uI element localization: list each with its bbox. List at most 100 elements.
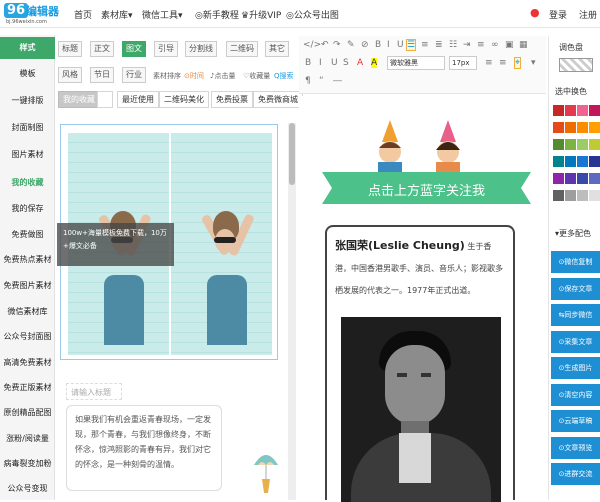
italic-icon[interactable]: Ⅰ xyxy=(387,40,390,50)
nav-upgrade-vip[interactable]: ♛升级VIP xyxy=(241,8,281,21)
paragraph-icon[interactable]: ¶ xyxy=(305,76,311,86)
nav-wechat-tools[interactable]: 微信工具▾ xyxy=(142,8,183,21)
align-center-icon[interactable]: ≡ xyxy=(421,40,429,50)
sidebar-item-free-design[interactable]: 免费做图 xyxy=(0,224,55,246)
color-swatch[interactable] xyxy=(577,156,588,167)
action-button[interactable]: ⊙采集文章 xyxy=(551,330,600,353)
align-right-icon[interactable]: ≣ xyxy=(435,40,443,50)
color-swatch[interactable] xyxy=(589,173,600,184)
action-button[interactable]: ⊙进群交流 xyxy=(551,463,600,485)
tab-free-shop[interactable]: 免费微商城 xyxy=(253,91,303,108)
color-swatch[interactable] xyxy=(565,139,576,150)
color-swatch[interactable] xyxy=(553,156,564,167)
color-swatch[interactable] xyxy=(565,105,576,116)
color-swatch[interactable] xyxy=(553,105,564,116)
sidebar-item-style[interactable]: 样式 xyxy=(0,37,55,59)
sidebar-item-favorites[interactable]: 我的收藏 xyxy=(0,172,55,194)
color-swatch[interactable] xyxy=(553,122,564,133)
tab-free-vote[interactable]: 免费投票 xyxy=(211,91,253,108)
site-logo[interactable]: 96 编辑器 bj.96weixin.com xyxy=(4,2,62,26)
color-swatch[interactable] xyxy=(565,190,576,201)
sort-clicks[interactable]: ♪点击量 xyxy=(210,71,235,81)
line-height-icon[interactable]: ≡ xyxy=(485,58,493,68)
sidebar-item-licensed[interactable]: 免费正版素材 xyxy=(0,377,55,399)
sidebar-item-template[interactable]: 模板 xyxy=(0,63,55,85)
color-swatch[interactable] xyxy=(553,190,564,201)
color-swatch[interactable] xyxy=(565,122,576,133)
table-icon[interactable]: ▦ xyxy=(519,40,528,50)
nav-account-image[interactable]: ◎公众号出图 xyxy=(286,8,339,21)
login-link[interactable]: 登录 xyxy=(549,8,567,21)
list-icon[interactable]: ≡ xyxy=(477,40,485,50)
link-icon[interactable]: ∞ xyxy=(491,40,499,50)
sidebar-item-monetize[interactable]: 公众号变现 xyxy=(0,478,55,500)
color-swatch[interactable] xyxy=(589,156,600,167)
color-swatch[interactable] xyxy=(589,190,600,201)
sidebar-item-growth[interactable]: 涨粉/阅读量 xyxy=(0,428,55,450)
nav-home[interactable]: 首页 xyxy=(74,8,92,21)
action-button[interactable]: ⊙清空内容 xyxy=(551,383,600,406)
bold-2-icon[interactable]: B xyxy=(305,58,311,68)
title-placeholder[interactable]: 请输入标题 xyxy=(66,383,122,400)
emoji-icon[interactable]: ⌖ xyxy=(513,57,522,69)
nav-materials[interactable]: 素材库▾ xyxy=(101,8,133,21)
nav-tutorial[interactable]: ◎新手教程 xyxy=(195,8,239,21)
sidebar-item-saved[interactable]: 我的保存 xyxy=(0,198,55,220)
color-swatch[interactable] xyxy=(577,173,588,184)
bell-icon[interactable]: ● xyxy=(530,6,540,19)
sidebar-item-free-images[interactable]: 免费图片素材 xyxy=(0,275,55,297)
color-swatch[interactable] xyxy=(589,105,600,116)
color-swatch[interactable] xyxy=(565,173,576,184)
clear-format-icon[interactable]: ⊘ xyxy=(361,40,369,50)
bold-icon[interactable]: B xyxy=(375,40,381,50)
color-swatch[interactable] xyxy=(577,139,588,150)
quote-icon[interactable]: “ xyxy=(319,76,324,86)
hr-icon[interactable]: ― xyxy=(333,76,342,86)
color-swatch[interactable] xyxy=(553,139,564,150)
letter-spacing-icon[interactable]: ≡ xyxy=(499,58,507,68)
material-card-text[interactable]: 请输入标题 如果我们有机会重返青春现场，一定发现，那个青春，与我们想像终身，不断… xyxy=(60,379,278,500)
follow-banner[interactable]: 点击上方蓝字关注我 xyxy=(322,172,531,204)
sidebar-item-hot-materials[interactable]: 免费热点素材 xyxy=(0,249,55,271)
tab-qr-beautify[interactable]: 二维码美化 xyxy=(159,91,209,108)
underline-icon[interactable]: U xyxy=(397,40,404,50)
filter-image-text[interactable]: 图文 xyxy=(122,41,146,57)
filter-festival[interactable]: 节日 xyxy=(90,67,114,83)
sidebar-item-viral[interactable]: 病毒裂变加粉 xyxy=(0,453,55,475)
more-colors-link[interactable]: ▾更多配色 xyxy=(555,228,591,239)
redo-icon[interactable]: ↷ xyxy=(333,40,341,50)
filter-qrcode[interactable]: 二维码 xyxy=(226,41,258,57)
font-family-select[interactable]: 微软雅黑 xyxy=(387,56,445,70)
sort-favorites[interactable]: ♡收藏量 xyxy=(243,71,270,81)
sort-time[interactable]: ⊙时间 xyxy=(184,71,204,81)
underline-2-icon[interactable]: U xyxy=(331,58,338,68)
sidebar-item-wechat-library[interactable]: 微信素材库 xyxy=(0,301,55,323)
font-size-select[interactable]: 17px xyxy=(449,56,477,70)
action-button[interactable]: ⊙微信复制 xyxy=(551,251,600,273)
color-swatch[interactable] xyxy=(577,105,588,116)
color-swatch[interactable] xyxy=(553,173,564,184)
action-button[interactable]: ⇆同步微信 xyxy=(551,304,600,326)
color-swatch[interactable] xyxy=(577,122,588,133)
filter-other[interactable]: 其它 xyxy=(265,41,289,57)
action-button[interactable]: ⊙云端草稿 xyxy=(551,410,600,432)
align-left-icon[interactable]: ☰ xyxy=(405,39,417,51)
register-link[interactable]: 注册 xyxy=(579,8,597,21)
justify-icon[interactable]: ☷ xyxy=(449,40,457,50)
action-button[interactable]: ⊙文章预览 xyxy=(551,436,600,459)
action-button[interactable]: ⊙保存文章 xyxy=(551,277,600,300)
color-swatch[interactable] xyxy=(565,156,576,167)
tab-recent[interactable]: 最近使用 xyxy=(117,91,159,108)
undo-icon[interactable]: ↶ xyxy=(321,40,329,50)
color-swatch[interactable] xyxy=(589,122,600,133)
filter-guide[interactable]: 引导 xyxy=(154,41,178,57)
strike-icon[interactable]: S xyxy=(343,58,349,68)
more-tools-icon[interactable]: ▾ xyxy=(531,58,536,68)
bg-color-icon[interactable]: A xyxy=(371,58,378,68)
image-icon[interactable]: ▣ xyxy=(505,40,514,50)
filter-divider[interactable]: 分割线 xyxy=(185,41,217,57)
sidebar-item-cover[interactable]: 封面制图 xyxy=(0,117,55,139)
search-link[interactable]: Q搜索 xyxy=(274,71,294,81)
article-frame[interactable]: 张国荣(Leslie Cheung) 生于香港，中国香港男歌手、演员、音乐人；影… xyxy=(325,225,515,502)
color-swatch[interactable] xyxy=(589,139,600,150)
